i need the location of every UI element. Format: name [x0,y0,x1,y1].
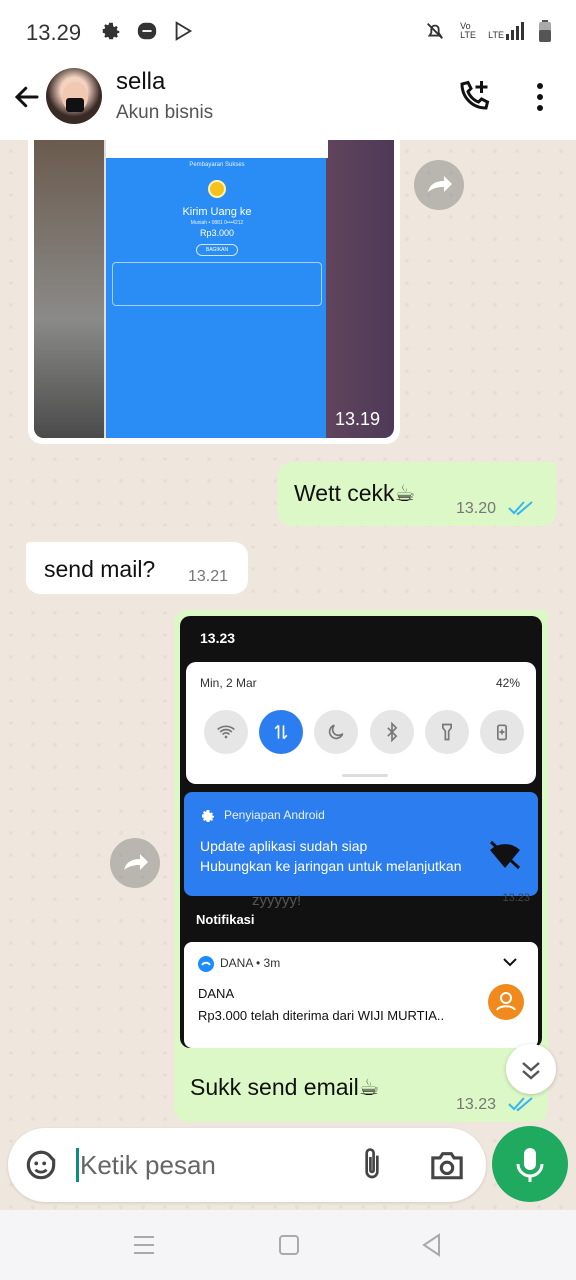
qs-battery: 42% [495,676,520,690]
status-left-icons [100,20,194,42]
notification-app: Penyiapan Android [224,808,325,822]
avatar-mask [66,98,84,112]
quick-tiles [204,710,524,754]
payment-heading: Kirim Uang ke [182,206,252,218]
qs-date: Min, 2 Mar [200,676,257,690]
home-icon[interactable] [278,1234,300,1256]
message-time: 13.19 [334,409,380,429]
back-arrow-icon[interactable] [12,82,42,112]
gear-icon [202,810,214,822]
system-update-notification: Penyiapan Android Update aplikasi sudah … [184,792,538,896]
microphone-icon [516,1148,544,1182]
payment-recipient: Muniah • 0881 0•••4212 [190,220,244,226]
person-icon [496,992,516,1011]
message-text: Wett cekk☕ [294,480,416,506]
empty-box [112,262,322,306]
image-caption: Sukk send email☕ [190,1074,380,1100]
status-bar: 13.29 Vo LTE LTE [0,0,576,64]
forward-icon [428,176,452,192]
background-notification-text: zyyyyy! [252,892,302,909]
recents-icon[interactable] [132,1234,156,1256]
notification-title: DANA [198,986,235,1001]
read-receipt-icon [508,1097,533,1112]
image-message-outgoing[interactable]: 13.23 Min, 2 Mar 42% Penyiapan Android U… [174,610,548,1122]
panel-handle [342,774,388,777]
wifi-off-icon [489,840,521,870]
image-message-incoming[interactable]: Pembayaran Sukses Kirim Uang ke Muniah •… [28,140,400,444]
volte-icon: Vo LTE [460,21,476,40]
system-navigation-bar [0,1210,576,1280]
forward-button[interactable] [414,160,464,210]
share-button: BAGIKAN [196,244,238,256]
battery-saver-icon [496,724,507,741]
notification-app: DANA • 3m [220,956,281,970]
message-composer [8,1128,486,1202]
data-transfer-icon [274,724,288,740]
contact-subtitle[interactable]: Akun bisnis [116,102,213,124]
screenshot-time: 13.23 [200,630,236,646]
attachment-icon[interactable] [356,1146,388,1184]
message-input[interactable] [80,1148,340,1182]
moon-icon [329,724,344,740]
more-options-icon[interactable] [528,80,552,114]
message-time: 13.23 [456,1096,497,1113]
payment-amount: Rp3.000 [199,228,235,238]
avatar[interactable] [46,68,102,124]
lte-signal-icon: LTE [488,22,524,40]
flashlight-icon [441,723,452,741]
system-back-icon[interactable] [420,1232,442,1258]
camera-icon[interactable] [428,1148,466,1182]
notification-body: Rp3.000 telah diterima dari WIJI MURTIA.… [198,1008,445,1023]
add-call-icon[interactable] [456,78,492,114]
background-notification-time: 13.23 [502,892,530,904]
chat-area[interactable]: Pembayaran Sukses Kirim Uang ke Muniah •… [0,140,576,1210]
notification-screenshot[interactable]: 13.23 Min, 2 Mar 42% Penyiapan Android U… [180,616,542,1048]
chevron-down-icon [503,958,517,967]
phone-screen: Pembayaran Sukses Kirim Uang ke Muniah •… [104,140,328,438]
message-incoming[interactable]: send mail? 13.21 [26,542,248,594]
notifications-label: Notifikasi [196,912,255,927]
read-receipt-icon [508,501,533,516]
message-time: 13.20 [456,500,497,517]
wifi-icon [217,725,235,739]
mute-icon [427,23,444,39]
battery-saver-tile [479,710,524,754]
photo-background [34,140,104,438]
gear-icon [102,22,120,40]
status-right-icons: Vo LTE LTE [424,20,552,42]
sticker-icon[interactable] [22,1146,60,1184]
mobile-data-tile [259,710,304,754]
play-icon [175,21,193,41]
battery-icon [539,20,551,42]
text-cursor [76,1148,79,1182]
message-time: 13.21 [188,568,229,585]
status-time: 13.29 [26,20,82,45]
scroll-to-bottom-button[interactable] [506,1044,556,1094]
chat-header: sella Akun bisnis [0,64,576,140]
coin-icon [208,180,226,198]
quick-settings-panel: Min, 2 Mar 42% [186,662,536,784]
chat-icon [137,22,157,40]
forward-button[interactable] [110,838,160,888]
voice-record-button[interactable] [492,1126,568,1202]
bluetooth-tile [369,710,414,754]
wifi-tile [204,710,248,754]
bluetooth-icon [386,722,397,742]
dana-notification: DANA • 3m DANA Rp3.000 telah diterima da… [184,942,538,1048]
notification-title: Update aplikasi sudah siap [200,838,368,854]
notification-body: Hubungkan ke jaringan untuk melanjutkan [200,858,462,874]
double-chevron-down-icon [522,1062,540,1080]
contact-name[interactable]: sella [116,68,165,96]
forward-icon [124,854,148,870]
message-outgoing[interactable]: Wett cekk☕ 13.20 [278,462,556,526]
phone-header [106,140,328,158]
dana-app-icon [198,956,214,972]
flashlight-tile [424,710,469,754]
user-avatar-icon [488,984,524,1020]
dark-mode-tile [314,710,359,754]
payment-screenshot[interactable]: Pembayaran Sukses Kirim Uang ke Muniah •… [34,140,394,438]
payment-title: Pembayaran Sukses [189,162,245,168]
message-text: send mail? [44,556,156,582]
